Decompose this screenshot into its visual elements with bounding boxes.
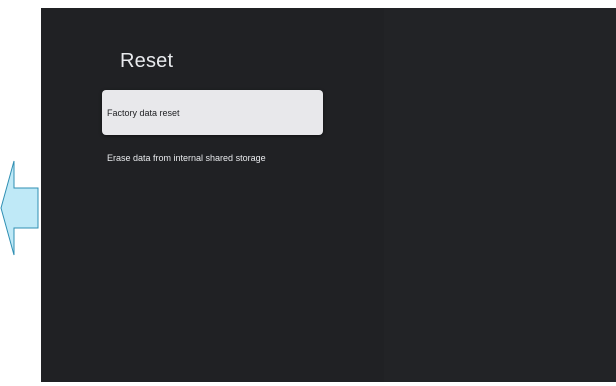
menu-item-label: Erase data from internal shared storage xyxy=(107,153,266,163)
menu-item-label: Factory data reset xyxy=(107,107,180,118)
menu-item-erase-shared-storage[interactable]: Erase data from internal shared storage xyxy=(102,145,323,171)
stage: Reset Factory data reset Erase data from… xyxy=(0,0,616,386)
menu-item-factory-data-reset[interactable]: Factory data reset xyxy=(102,90,323,135)
page-title: Reset xyxy=(120,50,174,72)
content-area xyxy=(384,8,616,382)
settings-panel: Reset Factory data reset Erase data from… xyxy=(41,8,384,382)
left-arrow-icon xyxy=(0,160,39,256)
tv-screen: Reset Factory data reset Erase data from… xyxy=(41,8,616,382)
